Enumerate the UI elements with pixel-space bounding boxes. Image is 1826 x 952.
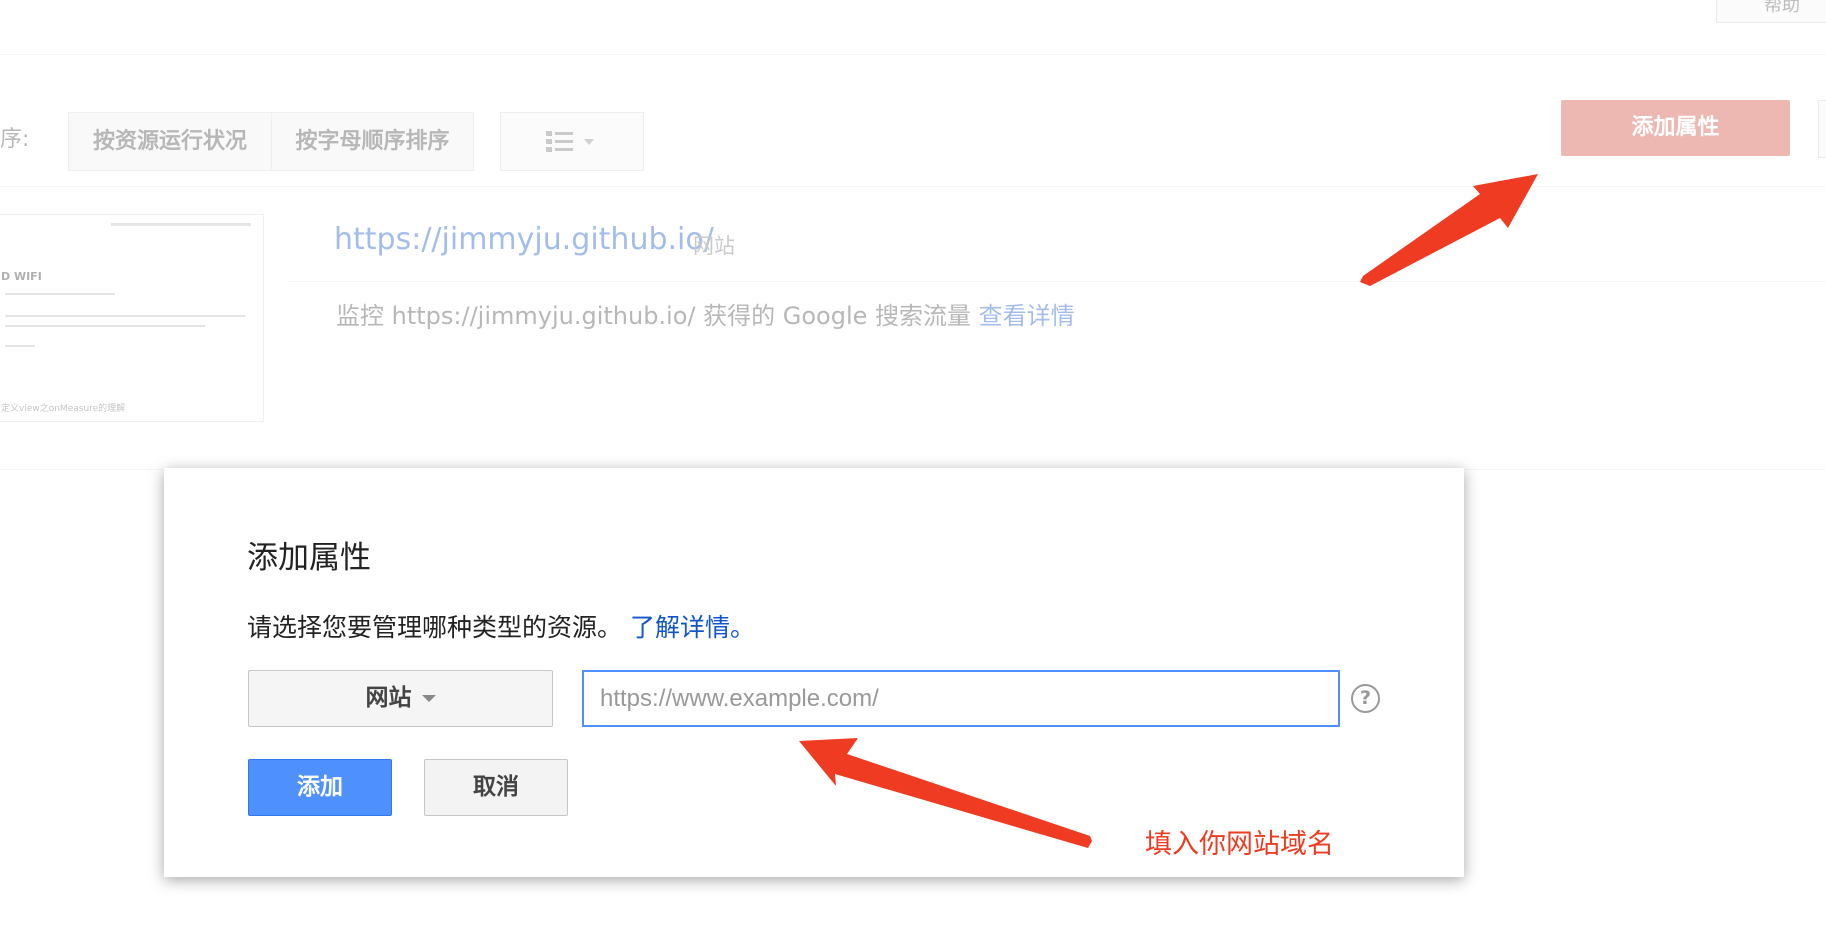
sort-by-health-button[interactable]: 按资源运行状况 xyxy=(68,112,272,171)
annotation-text: 填入你网站域名 xyxy=(1145,829,1334,860)
list-view-icon xyxy=(546,130,594,152)
dialog-title: 添加属性 xyxy=(247,540,371,576)
monitor-text: 监控 https://jimmyju.github.io/ 获得的 Google… xyxy=(336,296,1075,331)
divider xyxy=(0,186,1826,187)
add-button[interactable]: 添加 xyxy=(248,759,392,816)
help-icon[interactable]: ? xyxy=(1351,684,1380,713)
view-details-link[interactable]: 查看详情 xyxy=(979,302,1075,330)
thumb-line xyxy=(111,223,251,226)
caret-down-icon xyxy=(421,695,436,702)
add-property-dialog: 添加属性 请选择您要管理哪种类型的资源。 了解详情。 网站 ? 添加 取消 xyxy=(164,468,1464,877)
divider xyxy=(0,54,1826,55)
thumb-caption: 定义view之onMeasure的理解 xyxy=(1,404,126,414)
property-type-label: 网站 xyxy=(693,234,735,258)
sort-label: 序: xyxy=(0,127,30,152)
divider xyxy=(287,281,1826,282)
thumb-title: D WIFI xyxy=(1,270,42,283)
sort-alphabetical-button[interactable]: 按字母顺序排序 xyxy=(271,112,474,171)
thumb-line xyxy=(5,345,35,347)
thumb-line xyxy=(5,293,115,295)
url-input[interactable] xyxy=(582,670,1340,727)
cancel-button[interactable]: 取消 xyxy=(424,759,568,816)
thumb-line xyxy=(5,315,245,317)
dialog-description: 请选择您要管理哪种类型的资源。 了解详情。 xyxy=(247,608,755,644)
add-property-button[interactable]: 添加属性 xyxy=(1561,100,1790,156)
property-url-link[interactable]: https://jimmyju.github.io/ xyxy=(334,222,714,257)
view-mode-button[interactable] xyxy=(500,112,644,171)
top-help-button[interactable]: 帮助 xyxy=(1716,0,1826,23)
site-thumbnail[interactable]: D WIFI 定义view之onMeasure的理解 xyxy=(0,214,264,422)
property-type-value: 网站 xyxy=(365,685,412,711)
monitor-description: 监控 https://jimmyju.github.io/ 获得的 Google… xyxy=(336,302,972,330)
more-button[interactable] xyxy=(1818,100,1826,158)
thumb-line xyxy=(5,325,205,327)
dialog-description-text: 请选择您要管理哪种类型的资源。 xyxy=(247,613,623,642)
learn-more-link[interactable]: 了解详情。 xyxy=(630,613,755,642)
property-type-select[interactable]: 网站 xyxy=(248,670,553,727)
